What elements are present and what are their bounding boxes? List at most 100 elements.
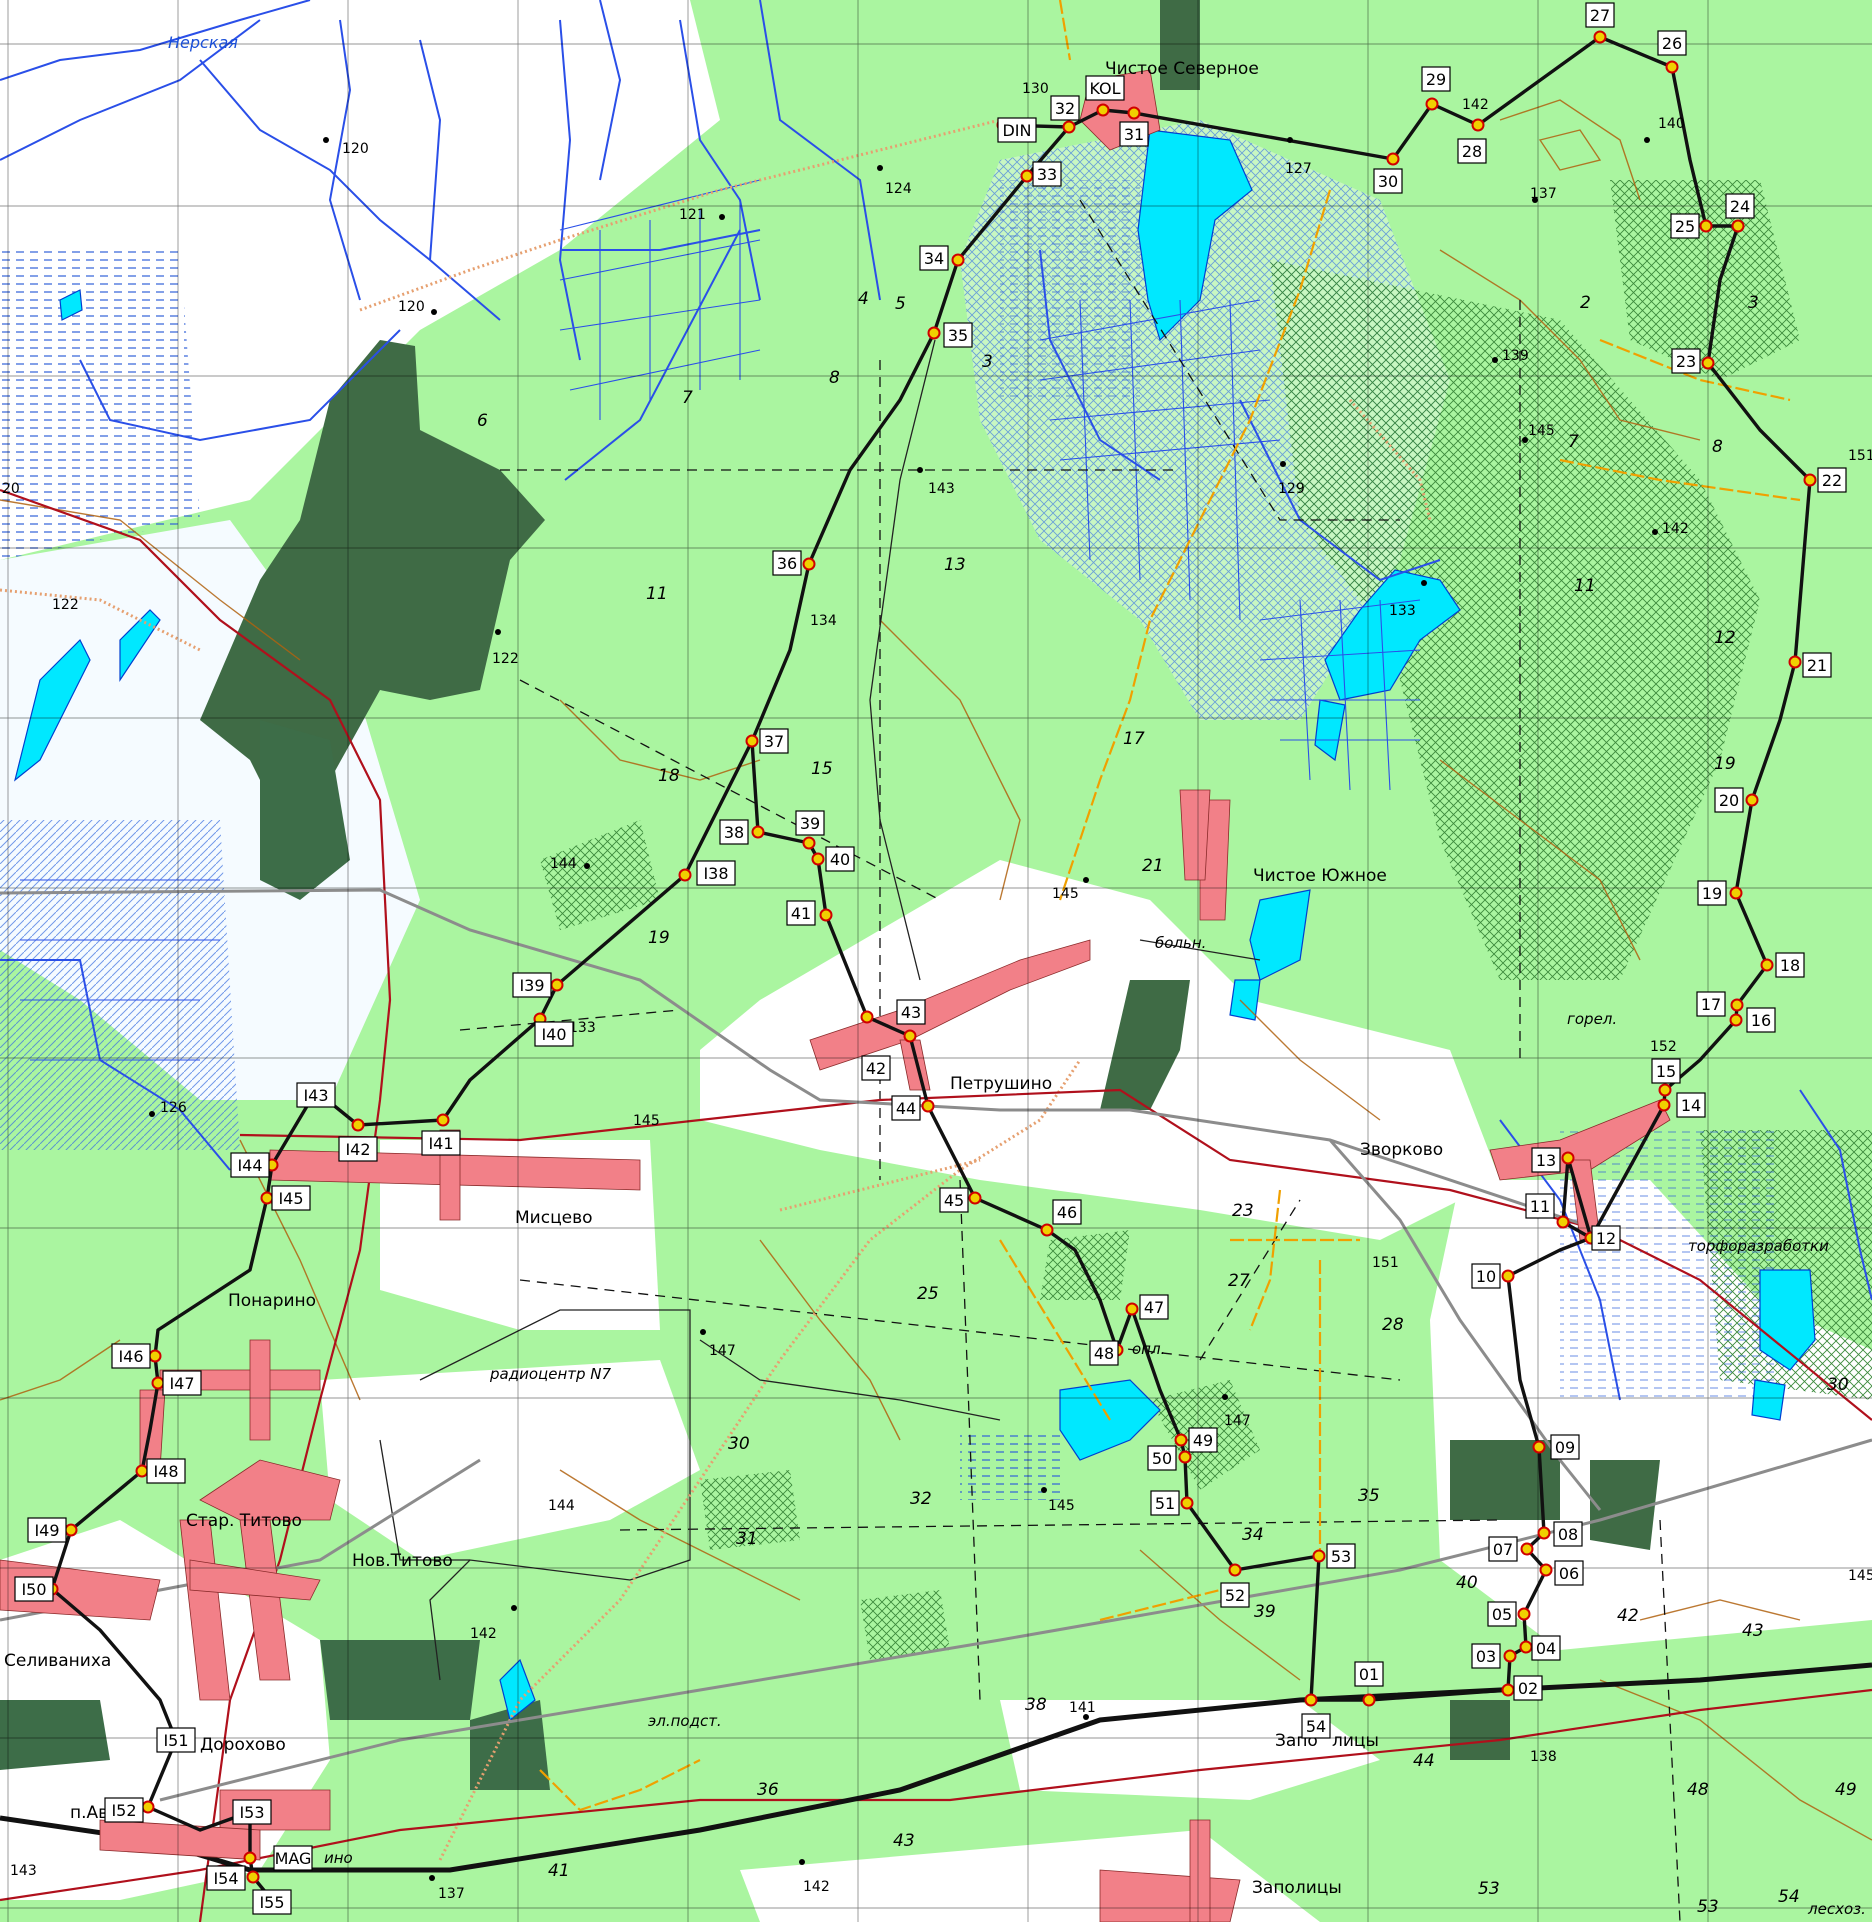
checkpoint-label: 19 <box>1702 884 1722 903</box>
elevation-label: 142 <box>470 1626 497 1642</box>
checkpoint: I55 <box>252 1889 292 1915</box>
elevation-label: 145 <box>1052 886 1079 902</box>
elevation-label: 129 <box>1278 481 1305 497</box>
checkpoint-label: 08 <box>1558 1525 1578 1544</box>
forest-block-number: 53 <box>1478 1879 1500 1899</box>
forest-block-number: 17 <box>1123 729 1145 749</box>
elevation-label: 145 <box>1848 1568 1872 1584</box>
forest-block-number: 42 <box>1617 1606 1639 1626</box>
place-label: п.Ав <box>70 1803 108 1823</box>
forest-block-number: 44 <box>1413 1751 1435 1771</box>
checkpoint-label: I54 <box>213 1869 238 1888</box>
elevation-label: 144 <box>548 1498 575 1514</box>
checkpoint-label: 13 <box>1536 1151 1556 1170</box>
elevation-label: 142 <box>803 1879 830 1895</box>
elevation-label: 145 <box>633 1113 660 1129</box>
checkpoint-label: 16 <box>1751 1011 1771 1030</box>
feature-label: торфоразработки <box>1688 1237 1829 1255</box>
checkpoint-marker <box>811 852 825 866</box>
checkpoint-marker <box>1501 1269 1515 1283</box>
forest-block-number: 41 <box>548 1861 570 1881</box>
checkpoint-label: 28 <box>1462 142 1482 161</box>
forest-block-number: 2 <box>1580 293 1591 313</box>
checkpoint-marker <box>802 836 816 850</box>
forest-block-number: 21 <box>1142 856 1164 876</box>
checkpoint-marker <box>550 978 564 992</box>
checkpoint-label: 15 <box>1656 1062 1676 1081</box>
checkpoint-marker <box>1657 1098 1671 1112</box>
checkpoint-label: 12 <box>1596 1229 1616 1248</box>
forest-block-number: 19 <box>648 928 670 948</box>
elevation-label: 134 <box>810 613 837 629</box>
place-label: Дорохово <box>200 1735 286 1755</box>
checkpoint-label: 31 <box>1124 125 1144 144</box>
checkpoint-marker <box>1520 1542 1534 1556</box>
elevation-label: 126 <box>160 1100 187 1116</box>
forest-block-number: 13 <box>944 555 966 575</box>
checkpoint-label: 35 <box>948 326 968 345</box>
checkpoint-label: 14 <box>1681 1096 1701 1115</box>
checkpoint-label: 29 <box>1426 70 1446 89</box>
water-label: Нерская <box>168 33 238 52</box>
forest-block-number: 34 <box>1242 1525 1264 1545</box>
checkpoint-marker <box>1561 1151 1575 1165</box>
elevation-label: 127 <box>1285 161 1312 177</box>
forest-block-number: 3 <box>982 352 993 372</box>
feature-label: опл. <box>1132 1340 1165 1358</box>
checkpoint-marker <box>921 1099 935 1113</box>
elevation-label: 124 <box>885 181 912 197</box>
checkpoint-label: 32 <box>1055 99 1075 118</box>
elevation-label: 142 <box>1462 97 1489 113</box>
checkpoint-label: 21 <box>1807 656 1827 675</box>
checkpoint-label: I41 <box>428 1134 453 1153</box>
checkpoint-label: 22 <box>1822 471 1842 490</box>
checkpoint-marker <box>1517 1607 1531 1621</box>
checkpoint-marker <box>678 868 692 882</box>
checkpoint-marker <box>968 1191 982 1205</box>
forest-block-number: 49 <box>1835 1780 1857 1800</box>
elevation-label: 121 <box>679 207 706 223</box>
checkpoint-marker <box>1658 1083 1672 1097</box>
checkpoint-marker <box>1745 793 1759 807</box>
checkpoint-label: 05 <box>1492 1605 1512 1624</box>
checkpoint-label: I55 <box>259 1893 284 1912</box>
checkpoint-label: 41 <box>791 904 811 923</box>
checkpoint: I51 <box>156 1727 196 1753</box>
forest-block-number: 7 <box>1568 432 1579 452</box>
forest-block-number: 36 <box>757 1780 779 1800</box>
map-canvas: 1201211241201301271421401371391451291421… <box>0 0 1872 1922</box>
place-label: Чистое Южное <box>1253 866 1387 886</box>
checkpoint: DIN <box>996 117 1037 143</box>
checkpoint-marker <box>1532 1440 1546 1454</box>
checkpoint-marker <box>1062 120 1076 134</box>
feature-label: ино <box>324 1849 353 1867</box>
checkpoint-marker <box>751 825 765 839</box>
checkpoint-label: 11 <box>1530 1197 1550 1216</box>
checkpoint-marker <box>1699 219 1713 233</box>
checkpoint-marker <box>1127 106 1141 120</box>
water-labels: Нерская <box>168 33 238 52</box>
elevation-label: 137 <box>438 1886 465 1902</box>
checkpoint-marker <box>1174 1433 1188 1447</box>
checkpoint-marker <box>1312 1549 1326 1563</box>
place-label: Чистое Северное <box>1105 59 1259 79</box>
checkpoint-marker <box>1471 118 1485 132</box>
place-label: Понарино <box>228 1291 316 1311</box>
forest-block-number: 18 <box>658 766 680 786</box>
forest-block-number: 4 <box>858 289 869 309</box>
checkpoint-marker <box>1593 30 1607 44</box>
checkpoint-label: I46 <box>118 1347 143 1366</box>
checkpoint-marker <box>1731 219 1745 233</box>
checkpoint-label: I38 <box>703 864 728 883</box>
checkpoint-marker <box>860 1010 874 1024</box>
checkpoint: I43 <box>296 1082 336 1108</box>
elevation-label: 120 <box>342 141 369 157</box>
checkpoint-label: 54 <box>1306 1717 1326 1736</box>
checkpoint-marker <box>436 1113 450 1127</box>
elevation-label: 133 <box>1389 603 1416 619</box>
checkpoint-marker <box>1729 1013 1743 1027</box>
elevation-label: 142 <box>1662 521 1689 537</box>
checkpoint-marker <box>1701 356 1715 370</box>
checkpoint-label: 42 <box>866 1059 886 1078</box>
checkpoint-label: KOL <box>1089 79 1120 98</box>
